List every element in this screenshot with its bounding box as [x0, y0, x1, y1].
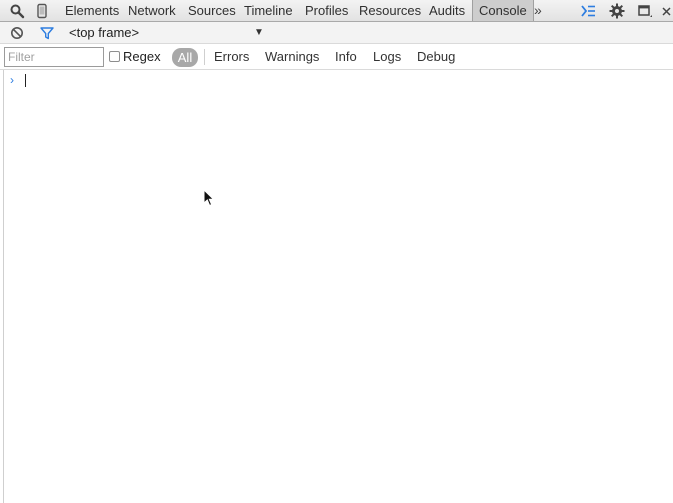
tab-network[interactable]: Network: [128, 0, 176, 21]
devtools-tab-bar: Elements Network Sources Timeline Profil…: [0, 0, 673, 22]
console-drawer-icon[interactable]: [580, 3, 596, 19]
mouse-pointer-icon: [203, 189, 215, 207]
console-input-caret[interactable]: [25, 74, 26, 87]
tab-profiles[interactable]: Profiles: [305, 0, 348, 21]
close-icon[interactable]: [660, 3, 672, 19]
search-icon[interactable]: [9, 3, 25, 19]
level-filter-debug[interactable]: Debug: [417, 44, 455, 70]
level-filter-logs[interactable]: Logs: [373, 44, 401, 70]
more-tabs-button[interactable]: »: [534, 0, 542, 21]
level-filter-divider: [204, 49, 205, 65]
filter-funnel-icon[interactable]: [40, 26, 54, 40]
settings-gear-icon[interactable]: [609, 3, 625, 19]
regex-checkbox[interactable]: [109, 51, 120, 62]
frame-selector[interactable]: <top frame>: [69, 22, 139, 44]
level-filter-all[interactable]: All: [172, 48, 198, 67]
level-filter-warnings[interactable]: Warnings: [265, 44, 319, 70]
tab-sources[interactable]: Sources: [188, 0, 236, 21]
dock-icon[interactable]: [637, 3, 653, 19]
tab-timeline[interactable]: Timeline: [244, 0, 293, 21]
regex-label[interactable]: Regex: [123, 44, 161, 70]
console-messages-area[interactable]: [3, 70, 673, 503]
tab-resources[interactable]: Resources: [359, 0, 421, 21]
tab-elements[interactable]: Elements: [65, 0, 119, 21]
filter-input[interactable]: [4, 47, 104, 67]
frame-selector-arrow-icon[interactable]: ▼: [254, 24, 264, 42]
device-mode-icon[interactable]: [34, 3, 50, 19]
level-filter-errors[interactable]: Errors: [214, 44, 249, 70]
console-toolbar: <top frame> ▼: [0, 22, 673, 44]
tab-audits[interactable]: Audits: [429, 0, 465, 21]
tab-console[interactable]: Console: [472, 0, 534, 21]
clear-console-icon[interactable]: [10, 26, 24, 40]
console-prompt-icon: ›: [10, 73, 14, 87]
console-filter-bar: Regex All Errors Warnings Info Logs Debu…: [0, 44, 673, 70]
level-filter-info[interactable]: Info: [335, 44, 357, 70]
